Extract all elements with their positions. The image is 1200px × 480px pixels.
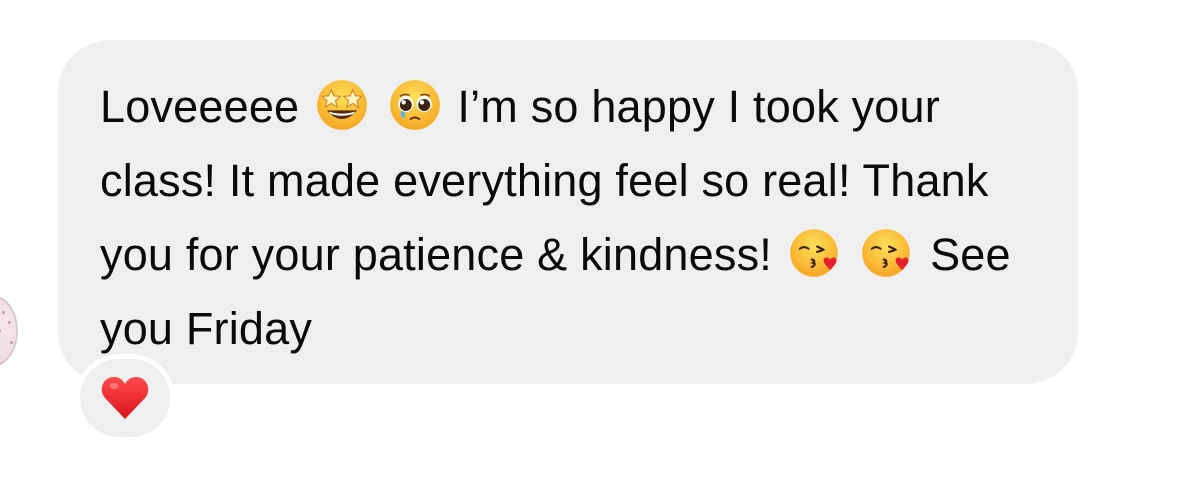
face-blowing-kiss-icon xyxy=(788,226,842,280)
sender-avatar[interactable] xyxy=(0,295,18,367)
red-heart-icon xyxy=(100,375,150,421)
face-blowing-kiss-icon xyxy=(860,226,914,280)
pleading-face-icon xyxy=(388,78,442,132)
reaction-badge[interactable] xyxy=(75,354,175,442)
message-bubble[interactable]: Loveeeee I’m so happy I took your class!… xyxy=(58,40,1078,384)
star-struck-face-icon xyxy=(315,78,369,132)
message-text: Loveeeee I’m so happy I took your class!… xyxy=(100,70,1060,366)
message-text-part-1: Loveeeee xyxy=(100,81,300,132)
